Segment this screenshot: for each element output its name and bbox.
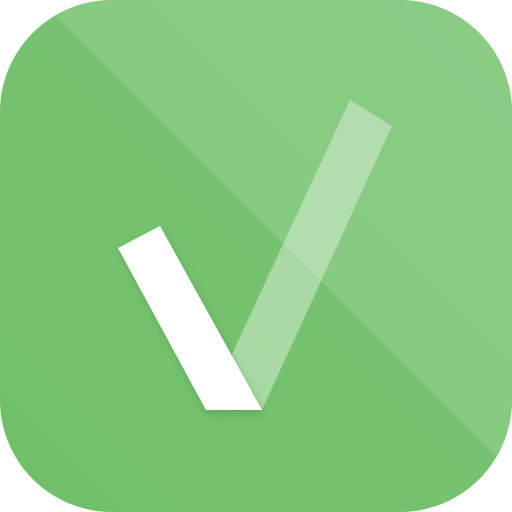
icon-canvas — [0, 0, 512, 512]
checkmark-app-icon[interactable] — [0, 0, 512, 512]
